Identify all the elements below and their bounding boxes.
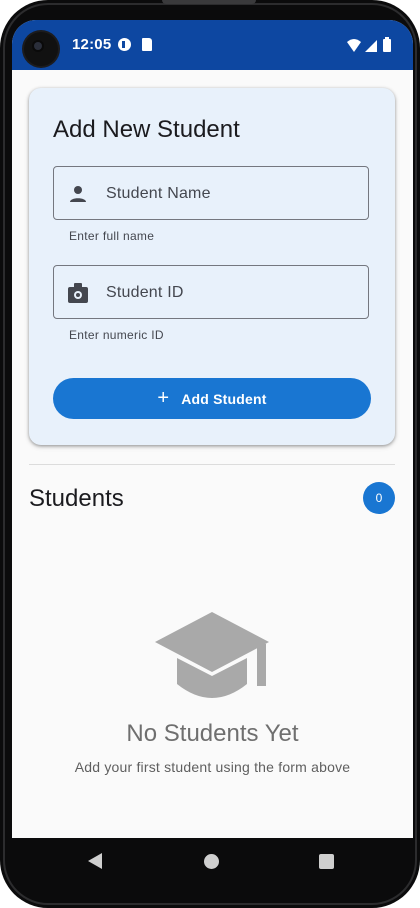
badge-icon (68, 283, 88, 303)
students-section-title: Students (29, 485, 124, 512)
signal-icon (365, 40, 377, 52)
student-name-helper: Enter full name (69, 229, 155, 243)
navigation-bar (0, 838, 420, 888)
home-icon[interactable] (204, 854, 219, 869)
add-student-card: Add New Student Student Name Enter full … (29, 88, 395, 445)
status-bar: 12:05 (12, 20, 413, 70)
graduation-cap-icon (155, 612, 269, 698)
student-name-field[interactable]: Student Name (53, 166, 369, 220)
student-id-field[interactable]: Student ID (53, 265, 369, 319)
card-title: Add New Student (53, 116, 240, 143)
add-student-button[interactable]: + Add Student (53, 378, 371, 419)
speaker-grille (162, 0, 256, 4)
plus-icon: + (157, 386, 170, 409)
wifi-icon (347, 39, 361, 52)
recents-icon[interactable] (319, 854, 334, 869)
status-indicators (347, 37, 399, 53)
status-time: 12:05 (72, 36, 112, 53)
person-icon (70, 186, 86, 202)
phone-frame: 12:05 Add New Student Student Name Enter… (0, 0, 420, 908)
media-icon (118, 38, 131, 51)
empty-state-subtitle: Add your first student using the form ab… (74, 759, 351, 775)
sd-card-icon (142, 38, 152, 51)
student-name-label: Student Name (106, 185, 211, 202)
add-student-button-label: Add Student (181, 390, 267, 407)
student-count-badge: 0 (363, 482, 395, 514)
empty-state-title: No Students Yet (126, 720, 299, 747)
divider (29, 464, 395, 465)
battery-icon (383, 37, 391, 52)
screen: 12:05 Add New Student Student Name Enter… (12, 20, 413, 838)
main-content: Add New Student Student Name Enter full … (12, 70, 413, 838)
camera-icon (24, 32, 58, 66)
back-icon[interactable] (88, 853, 102, 869)
student-id-label: Student ID (106, 284, 184, 301)
student-id-helper: Enter numeric ID (69, 328, 164, 342)
